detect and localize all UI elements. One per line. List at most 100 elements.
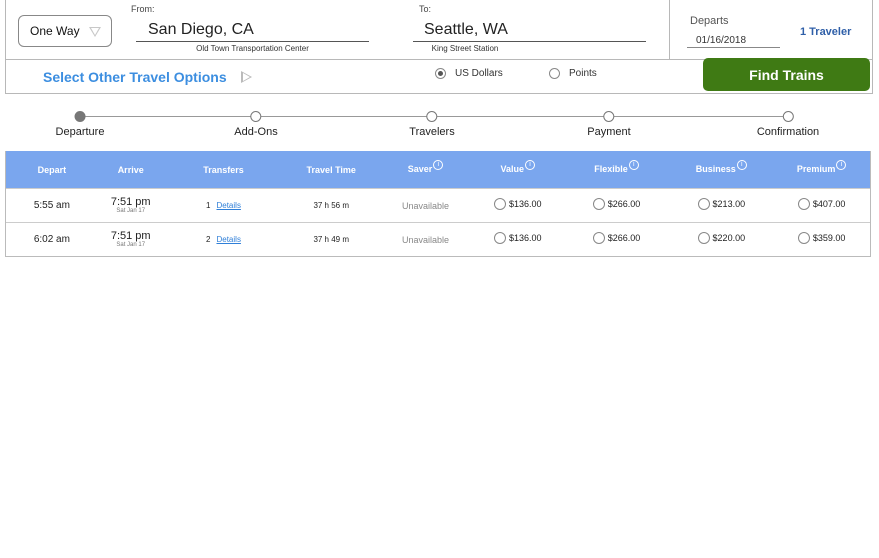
value-fare[interactable]: $136.00	[472, 198, 564, 213]
from-station: Old Town Transportation Center	[196, 44, 309, 53]
header-premium: Premium i	[773, 159, 870, 176]
fare-price: $266.00	[607, 233, 641, 243]
step-dot-icon	[782, 111, 794, 122]
arrive-date: Sat Jan 17	[116, 208, 146, 214]
play-arrow-icon	[240, 71, 252, 83]
travel-time: 37 h 56 m	[313, 201, 350, 210]
table-row: 6:02 am 7:51 pm Sat Jan 17 2 Details 37 h…	[6, 222, 870, 256]
info-icon[interactable]: i	[836, 159, 847, 170]
flexible-fare[interactable]: $266.00	[564, 232, 670, 247]
usd-radio[interactable]	[435, 68, 446, 79]
step-label: Confirmation	[756, 126, 820, 138]
fare-radio[interactable]	[494, 232, 507, 244]
step-dot-icon	[426, 111, 438, 122]
transfer-count: 2	[206, 235, 211, 244]
step-dot-icon	[250, 111, 262, 122]
to-station: King Street Station	[431, 44, 499, 53]
fare-radio[interactable]	[592, 198, 605, 210]
table-row: 5:55 am 7:51 pm Sat Jan 17 1 Details 37 h…	[6, 188, 870, 222]
step-travelers: Travelers	[409, 111, 455, 138]
fare-radio[interactable]	[797, 232, 810, 244]
saver-unavailable: Unavailable	[402, 234, 450, 245]
to-underline	[413, 41, 646, 42]
step-confirmation: Confirmation	[757, 111, 819, 138]
header-transfers: Transfers	[203, 164, 244, 175]
fare-price: $213.00	[712, 199, 746, 209]
table-header: Depart Arrive Transfers Travel Time Save…	[6, 151, 870, 188]
details-link[interactable]: Details	[216, 235, 240, 244]
header-business-label: Business	[695, 163, 736, 174]
header-travel-time: Travel Time	[306, 164, 356, 175]
step-add-ons: Add-Ons	[234, 111, 278, 138]
trip-type-value: One Way	[30, 24, 80, 38]
header-value: Value i	[472, 159, 564, 176]
from-underline	[136, 41, 369, 42]
arrive-time: 7:51 pm	[110, 230, 151, 242]
step-departure: Departure	[55, 111, 105, 138]
divider	[669, 0, 670, 59]
step-dot-icon	[603, 111, 615, 122]
fare-radio[interactable]	[494, 198, 507, 210]
to-caption: To:	[419, 4, 432, 14]
header-saver: Saver i	[379, 159, 472, 176]
depart-time: 5:55 am	[33, 200, 70, 211]
business-fare[interactable]: $220.00	[669, 232, 773, 247]
value-fare[interactable]: $136.00	[472, 232, 564, 247]
currency-usd-option[interactable]: US Dollars	[435, 68, 503, 79]
dropdown-triangle-icon	[89, 27, 101, 37]
fare-radio[interactable]	[697, 232, 710, 244]
departs-date-field[interactable]: 01/16/2018	[696, 35, 746, 46]
flexible-fare[interactable]: $266.00	[564, 198, 670, 213]
step-label: Add-Ons	[234, 126, 278, 138]
from-city[interactable]: San Diego, CA	[148, 21, 254, 39]
points-label: Points	[569, 68, 597, 79]
header-premium-label: Premium	[796, 163, 836, 174]
find-trains-button[interactable]: Find Trains	[703, 58, 870, 91]
progress-steps: Departure Add-Ons Travelers Payment Conf…	[0, 108, 879, 144]
step-label: Payment	[587, 126, 631, 138]
transfers-cell: 2 Details	[164, 235, 284, 244]
trip-type-dropdown[interactable]: One Way	[18, 15, 112, 47]
info-icon[interactable]: i	[525, 159, 536, 170]
arrive-date: Sat Jan 17	[116, 242, 146, 248]
info-icon[interactable]: i	[736, 159, 747, 170]
step-dot-icon	[74, 111, 86, 122]
header-value-label: Value	[500, 163, 525, 174]
info-icon[interactable]: i	[433, 159, 444, 170]
step-payment: Payment	[587, 111, 631, 138]
fare-radio[interactable]	[797, 198, 810, 210]
search-panel: One Way From: San Diego, CA Old Town Tra…	[5, 0, 873, 94]
info-icon[interactable]: i	[628, 159, 639, 170]
departs-label: Departs	[690, 15, 729, 27]
header-arrive: Arrive	[117, 164, 144, 175]
fare-price: $136.00	[509, 199, 542, 209]
currency-points-option[interactable]: Points	[549, 68, 597, 79]
details-link[interactable]: Details	[216, 201, 240, 210]
fare-price: $266.00	[607, 199, 641, 209]
premium-fare[interactable]: $359.00	[773, 232, 870, 247]
arrive-cell: 7:51 pm Sat Jan 17	[98, 196, 164, 215]
header-depart: Depart	[37, 164, 67, 175]
saver-unavailable: Unavailable	[402, 200, 450, 211]
transfer-count: 1	[206, 201, 211, 210]
arrive-time: 7:51 pm	[110, 196, 151, 208]
usd-label: US Dollars	[455, 68, 503, 79]
fare-radio[interactable]	[592, 232, 605, 244]
header-business: Business i	[669, 159, 773, 176]
traveler-count-link[interactable]: 1 Traveler	[800, 26, 851, 38]
fare-price: $407.00	[812, 199, 846, 209]
depart-time: 6:02 am	[33, 234, 70, 245]
fare-price: $359.00	[812, 233, 846, 243]
header-flexible-label: Flexible	[594, 163, 628, 174]
travel-time: 37 h 49 m	[313, 235, 350, 244]
points-radio[interactable]	[549, 68, 560, 79]
step-label: Travelers	[409, 126, 455, 138]
premium-fare[interactable]: $407.00	[773, 198, 870, 213]
fare-price: $220.00	[712, 233, 746, 243]
to-city[interactable]: Seattle, WA	[424, 21, 508, 39]
header-flexible: Flexible i	[564, 159, 670, 176]
other-travel-options-link[interactable]: Select Other Travel Options	[43, 69, 252, 85]
step-label: Departure	[55, 126, 105, 138]
fare-radio[interactable]	[697, 198, 710, 210]
business-fare[interactable]: $213.00	[669, 198, 773, 213]
